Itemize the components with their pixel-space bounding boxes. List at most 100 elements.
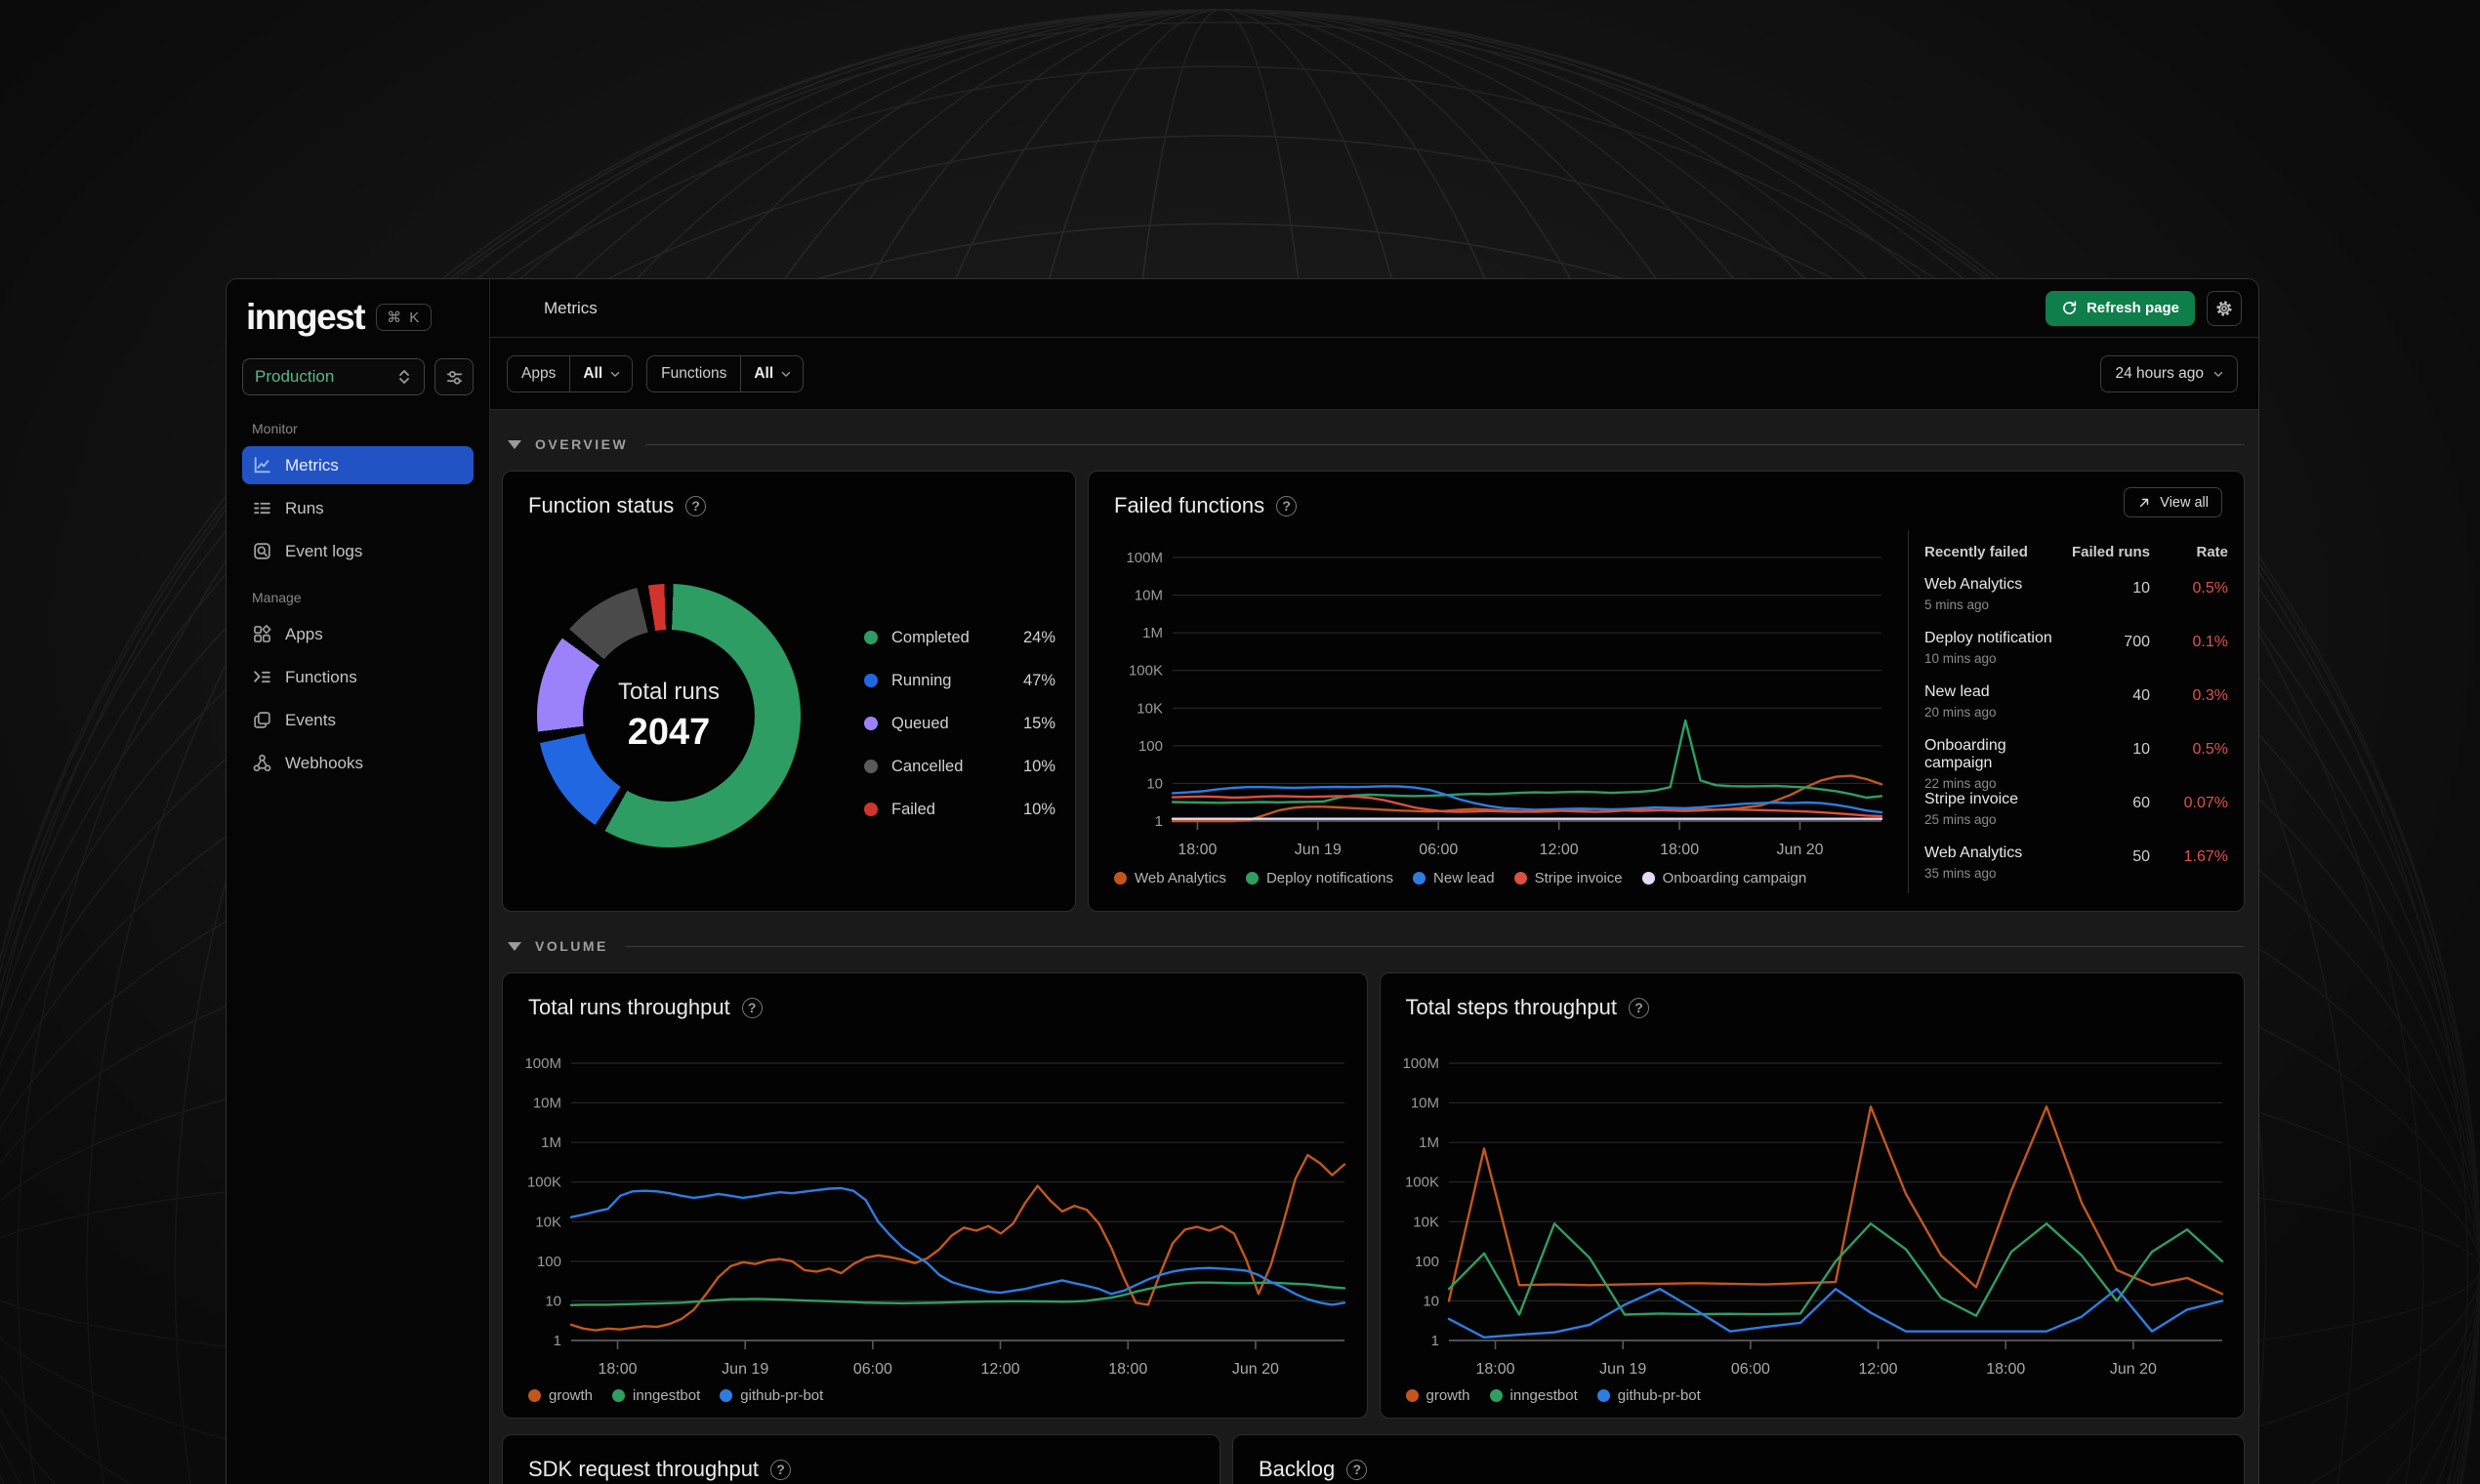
- sidebar-section-label-manage: Manage: [252, 590, 302, 605]
- sidebar-item-apps[interactable]: Apps: [242, 615, 474, 653]
- help-icon[interactable]: ?: [741, 997, 763, 1018]
- svg-text:1M: 1M: [541, 1134, 561, 1151]
- svg-text:100K: 100K: [527, 1175, 561, 1191]
- total-runs-chart-legend: growth inngestbot github-pr-bot: [528, 1387, 823, 1404]
- help-icon[interactable]: ?: [685, 495, 707, 516]
- time-range-select[interactable]: 24 hours ago: [2099, 354, 2238, 392]
- legend-dot: [864, 760, 878, 773]
- app-window: inngest ⌘ K Production Monitor Metrics R…: [226, 278, 2259, 1484]
- legend-item-onboarding-campaign: Onboarding campaign: [1641, 870, 1807, 886]
- environment-select[interactable]: Production: [242, 358, 425, 395]
- page-title: Metrics: [544, 298, 598, 317]
- table-row[interactable]: Stripe invoice 25 mins ago 60 0.07%: [1924, 791, 2228, 845]
- sidebar-item-runs[interactable]: Runs: [242, 489, 474, 527]
- function-name: Stripe invoice: [1924, 791, 2019, 807]
- chevron-down-icon: [781, 371, 791, 377]
- collapse-overview-icon[interactable]: [508, 439, 521, 449]
- env-filter-button[interactable]: [434, 358, 474, 395]
- svg-text:100K: 100K: [1129, 663, 1163, 680]
- sidebar-item-events[interactable]: Events: [242, 701, 474, 739]
- legend-item-growth: growth: [528, 1387, 593, 1404]
- legend-dot: [1641, 872, 1655, 885]
- help-icon[interactable]: ?: [1346, 1459, 1368, 1480]
- legend-dot: [1413, 872, 1426, 885]
- legend-percent: 15%: [1022, 714, 1055, 732]
- failure-rate: 0.1%: [2192, 634, 2228, 650]
- legend-label: github-pr-bot: [740, 1387, 824, 1404]
- apps-filter[interactable]: Apps All: [507, 354, 634, 392]
- legend-item-completed: Completed 24%: [864, 624, 1055, 651]
- help-icon[interactable]: ?: [1276, 495, 1298, 516]
- sidebar-item-event-logs[interactable]: Event logs: [242, 532, 474, 570]
- legend-dot: [612, 1389, 626, 1402]
- collapse-volume-icon[interactable]: [508, 941, 521, 951]
- settings-button[interactable]: [2207, 290, 2242, 326]
- svg-text:100M: 100M: [524, 1055, 561, 1072]
- cell-function: Stripe invoice 25 mins ago: [1924, 791, 2052, 827]
- failed-runs-count: 700: [2124, 634, 2150, 650]
- legend-dot: [864, 803, 878, 816]
- series-github-pr-bot: [569, 1186, 1346, 1306]
- svg-text:18:00: 18:00: [1475, 1361, 1514, 1378]
- sidebar-item-label: Apps: [285, 624, 323, 643]
- svg-text:18:00: 18:00: [1178, 842, 1217, 858]
- arrow-up-right-icon: [2140, 498, 2149, 507]
- legend-label: New lead: [1433, 870, 1495, 886]
- legend-label: growth: [1426, 1387, 1470, 1404]
- view-all-label: View all: [2160, 494, 2209, 511]
- svg-text:Jun 20: Jun 20: [2109, 1361, 2156, 1378]
- legend-dot: [1596, 1389, 1610, 1402]
- functions-filter[interactable]: Functions All: [646, 354, 805, 392]
- svg-text:10M: 10M: [1410, 1095, 1438, 1112]
- series-inngestbot: [569, 1281, 1346, 1306]
- sidebar-item-webhooks[interactable]: Webhooks: [242, 744, 474, 782]
- total-runs-value: 2047: [627, 711, 711, 753]
- sdk-request-throughput-title: SDK request throughput: [528, 1457, 760, 1481]
- table-row[interactable]: Deploy notification 10 mins ago 700 0.1%: [1924, 630, 2228, 683]
- failed-time-ago: 10 mins ago: [1924, 651, 1997, 666]
- legend-dot: [1114, 872, 1127, 885]
- sidebar-item-functions[interactable]: Functions: [242, 658, 474, 696]
- help-icon[interactable]: ?: [770, 1459, 792, 1480]
- legend-label: inngestbot: [1509, 1387, 1578, 1404]
- legend-dot: [864, 674, 878, 687]
- table-row[interactable]: Onboarding campaign 22 mins ago 10 0.5%: [1924, 737, 2228, 791]
- svg-text:100: 100: [1414, 1254, 1438, 1270]
- legend-label: Running: [891, 671, 952, 689]
- failure-rate: 0.5%: [2192, 741, 2228, 758]
- legend-item-github-pr-bot: github-pr-bot: [1596, 1387, 1701, 1404]
- sidebar-item-label: Metrics: [285, 455, 339, 474]
- view-all-button[interactable]: View all: [2124, 487, 2222, 517]
- legend-item-running: Running 47%: [864, 667, 1055, 694]
- legend-percent: 10%: [1022, 800, 1055, 818]
- sidebar-item-metrics[interactable]: Metrics: [242, 446, 474, 484]
- apps-filter-value: All: [583, 364, 603, 382]
- table-row[interactable]: Web Analytics 35 mins ago 50 1.67%: [1924, 845, 2228, 898]
- svg-text:Jun 19: Jun 19: [1599, 1361, 1646, 1378]
- sidebar-item-label: Functions: [285, 667, 357, 686]
- failed-runs-count: 50: [2132, 848, 2150, 865]
- table-row[interactable]: Web Analytics 5 mins ago 10 0.5%: [1924, 576, 2228, 630]
- sidebar-item-label: Runs: [285, 498, 324, 517]
- refresh-page-button[interactable]: Refresh page: [2045, 290, 2195, 326]
- chevron-up-down-icon: [399, 370, 409, 384]
- function-name: Web Analytics: [1924, 845, 2023, 861]
- legend-dot: [1245, 872, 1259, 885]
- command-k-shortcut[interactable]: ⌘ K: [376, 303, 433, 331]
- legend-percent: 47%: [1022, 671, 1055, 689]
- cell-function: Web Analytics 5 mins ago: [1924, 576, 2052, 612]
- help-icon[interactable]: ?: [1628, 997, 1649, 1018]
- legend-label: Web Analytics: [1135, 870, 1226, 886]
- legend-label: Onboarding campaign: [1662, 870, 1807, 886]
- table-row[interactable]: New lead 20 mins ago 40 0.3%: [1924, 683, 2228, 737]
- series-deploy-notifications: [1171, 719, 1883, 804]
- total-steps-chart-legend: growth inngestbot github-pr-bot: [1405, 1387, 1701, 1404]
- svg-text:1: 1: [554, 1333, 561, 1349]
- svg-text:100M: 100M: [1126, 550, 1163, 566]
- failed-functions-title: Failed functions: [1114, 493, 1265, 517]
- svg-text:100: 100: [1138, 738, 1163, 755]
- series-inngestbot: [1447, 1222, 2223, 1317]
- legend-label: Failed: [891, 800, 935, 818]
- svg-text:10K: 10K: [1137, 700, 1163, 717]
- legend-percent: 24%: [1022, 628, 1055, 646]
